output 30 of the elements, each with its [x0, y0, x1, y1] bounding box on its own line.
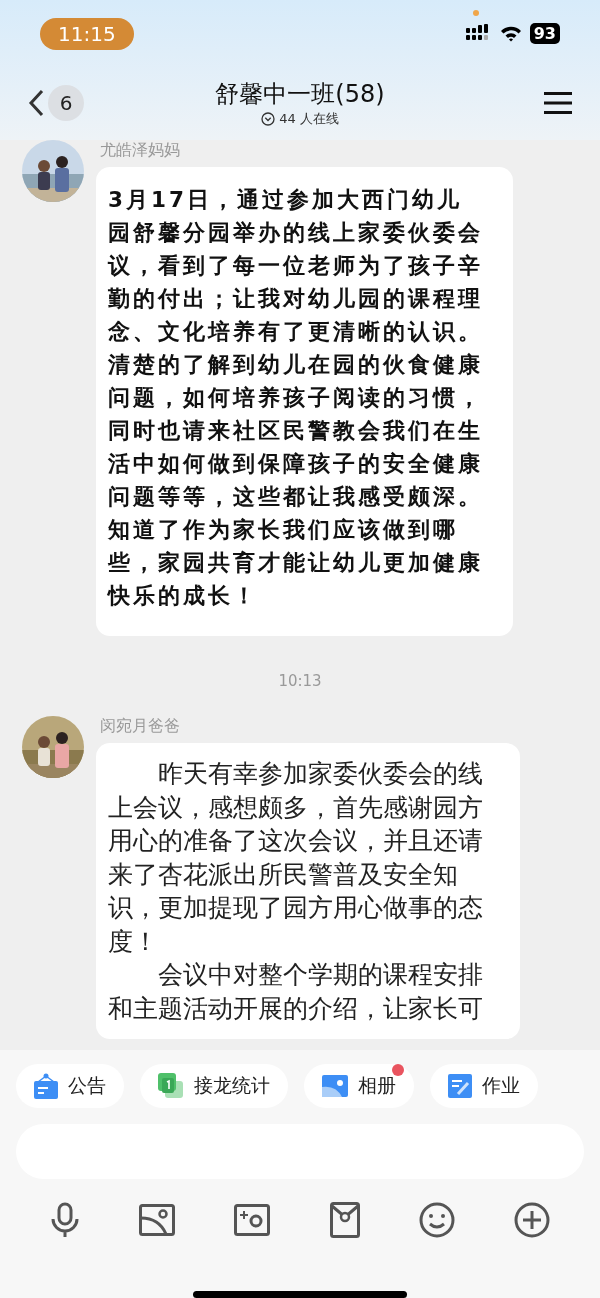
- message-text: 会议中对整个学期的课程安排和主题活动开展的介绍，让家长可: [108, 959, 484, 1025]
- camera-sparkle-icon[interactable]: [234, 1204, 271, 1237]
- back-chevron-icon[interactable]: [28, 89, 44, 117]
- image-icon[interactable]: [139, 1204, 176, 1237]
- envelope-icon[interactable]: [329, 1202, 360, 1239]
- edit-document-icon: [448, 1074, 472, 1098]
- quick-action-chip[interactable]: 公告: [16, 1064, 124, 1108]
- message-text: 昨天有幸参加家委伙委会的线上会议，感想颇多，首先感谢园方用心的准备了这次会议，并且还请来了杏花派出所民警普及安全知识，更加提现了园方用心做事的态度！: [108, 758, 484, 958]
- photo-icon: [322, 1075, 348, 1097]
- unread-count-badge: 6: [48, 85, 84, 121]
- status-time: 11:15: [40, 18, 134, 50]
- chat-title: 舒馨中一班(58): [215, 79, 385, 110]
- signboard-icon: [34, 1073, 58, 1099]
- quick-action-chip[interactable]: 相册: [304, 1064, 414, 1108]
- menu-icon[interactable]: [544, 92, 572, 114]
- online-count: 44 人在线: [279, 110, 339, 128]
- sender-name: 尤皓泽妈妈: [99, 140, 181, 161]
- privacy-dot-icon: [473, 10, 479, 16]
- sender-name: 闵宛月爸爸: [99, 716, 181, 737]
- battery-level: 93: [529, 22, 560, 44]
- wifi-icon: [499, 24, 522, 42]
- add-icon[interactable]: [513, 1202, 550, 1239]
- message-text: 3月17日，通过参加大西门幼儿园舒馨分园举办的线上家委伙委会议，看到了每一位老师为了孩子辛勤的付出；让我对幼儿园的课程理念、文化培养有了更清晰的认识。清楚的了解到幼儿在园的伙食健康问题，如何培养孩子阅读的习惯，同时也请来社区民警教会我们在生活中如何做到保障孩子的安全健康问题等等，这些都让我感受颇深。知道了作为家长我们应该做到哪些，家园共育才能让幼儿更加健康快乐的成长！: [108, 186, 483, 610]
- stacked-cards-icon: [158, 1073, 184, 1099]
- emoji-icon[interactable]: [418, 1202, 455, 1239]
- chevron-down-circle-icon[interactable]: [261, 112, 276, 126]
- microphone-icon[interactable]: [50, 1202, 80, 1239]
- quick-action-chip[interactable]: 作业: [430, 1064, 538, 1108]
- message-timestamp: 10:13: [278, 672, 322, 690]
- quick-action-chip[interactable]: 接龙统计: [140, 1064, 288, 1108]
